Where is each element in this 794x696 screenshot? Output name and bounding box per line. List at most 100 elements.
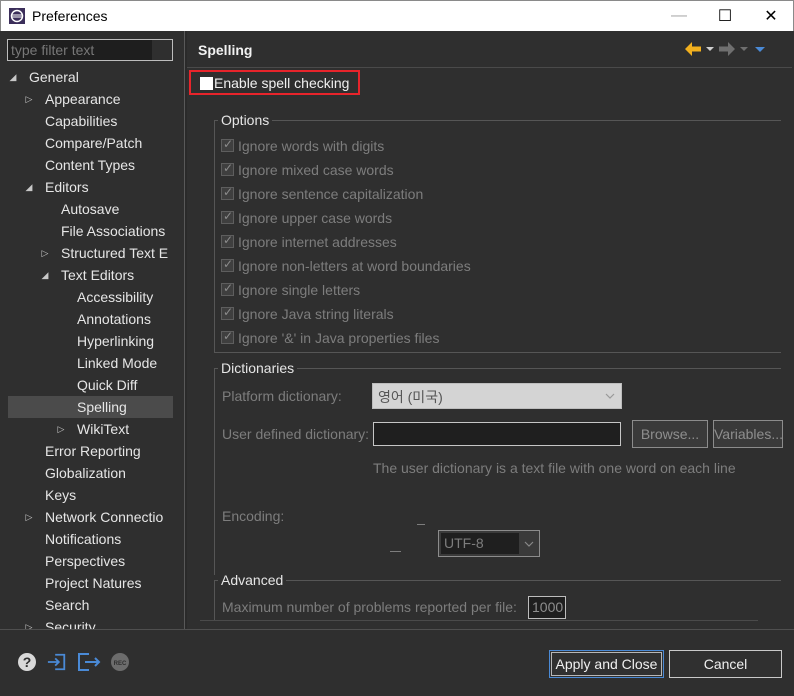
enable-spell-label[interactable]: Enable spell checking (214, 75, 349, 91)
encoding-radio-other[interactable] (390, 551, 401, 552)
tree-item-label: General (29, 69, 79, 85)
user-dictionary-input[interactable] (373, 422, 621, 446)
encoding-combo[interactable]: UTF-8 (438, 530, 540, 557)
enable-spell-checkbox[interactable] (200, 77, 213, 90)
option-checkbox[interactable] (221, 257, 234, 272)
tree-item[interactable]: ◢ Text Editors (0, 264, 184, 286)
tree-item-label: Text Editors (61, 267, 135, 283)
tree-item-label: Perspectives (45, 553, 126, 569)
tree-item[interactable]: Error Reporting (0, 440, 184, 462)
tree-item-label: Quick Diff (77, 377, 138, 393)
option-checkbox[interactable] (221, 185, 234, 200)
option-label: Ignore mixed case words (238, 162, 394, 178)
platform-dictionary-combo[interactable]: 영어 (미국) (372, 383, 622, 409)
help-icon[interactable]: ? (17, 652, 37, 672)
tree-item[interactable]: Linked Mode (0, 352, 184, 374)
tree-item[interactable]: Spelling (8, 396, 184, 418)
view-menu-icon[interactable] (752, 41, 768, 57)
dialog-button-bar: ? REC Apply and Close Cancel (0, 629, 794, 696)
tree-item[interactable]: ▷ WikiText (0, 418, 184, 440)
horizontal-scrollbar[interactable] (200, 620, 758, 629)
variables-label: Variables... (714, 426, 783, 442)
option-checkbox[interactable] (221, 329, 234, 344)
option-checkbox[interactable] (221, 161, 234, 176)
collapsed-twistie-icon[interactable]: ▷ (24, 88, 34, 110)
tree-item-label: Project Natures (45, 575, 142, 591)
platform-dictionary-value: 영어 (미국) (378, 389, 443, 405)
tree-item[interactable]: ▷ Security (0, 616, 184, 629)
tree-item[interactable]: Hyperlinking (0, 330, 184, 352)
tree-item-label: Editors (45, 179, 89, 195)
cancel-button[interactable]: Cancel (669, 650, 782, 678)
tree-item-label: Linked Mode (77, 355, 158, 371)
tree-item[interactable]: ▷ Network Connectio (0, 506, 184, 528)
tree-item[interactable]: ▷ Appearance (0, 88, 184, 110)
export-icon[interactable] (77, 652, 101, 672)
tree-item-label: Appearance (45, 91, 121, 107)
variables-button[interactable]: Variables... (713, 420, 783, 448)
option-checkbox[interactable] (221, 233, 234, 248)
advanced-group-title: Advanced (218, 572, 287, 588)
expanded-twistie-icon[interactable]: ◢ (40, 264, 50, 286)
expanded-twistie-icon[interactable]: ◢ (24, 176, 34, 198)
browse-button[interactable]: Browse... (632, 420, 708, 448)
forward-dropdown-icon[interactable] (738, 41, 750, 57)
tree-scrollbar[interactable] (173, 31, 184, 629)
collapsed-twistie-icon[interactable]: ▷ (24, 506, 34, 528)
filter-placeholder: type filter text (11, 42, 95, 58)
page-title: Spelling (198, 42, 253, 58)
max-problems-value: 1000 (532, 599, 564, 615)
tree-item[interactable]: Keys (0, 484, 184, 506)
title-bar: Preferences — ☐ ✕ (0, 0, 794, 31)
apply-and-close-button[interactable]: Apply and Close (549, 650, 664, 678)
option-label: Ignore Java string literals (238, 306, 394, 322)
tree-item[interactable]: Globalization (0, 462, 184, 484)
tree-item[interactable]: Compare/Patch (0, 132, 184, 154)
maximize-button[interactable]: ☐ (702, 1, 748, 31)
tree-item[interactable]: Project Natures (0, 572, 184, 594)
tree-item[interactable]: File Associations (0, 220, 184, 242)
history-nav (684, 39, 768, 59)
encoding-radio-default[interactable] (417, 524, 425, 525)
tree-item[interactable]: Search (0, 594, 184, 616)
svg-text:?: ? (23, 654, 32, 670)
apply-and-close-label: Apply and Close (555, 656, 658, 672)
tree-item[interactable]: ▷ Structured Text E (0, 242, 184, 264)
close-button[interactable]: ✕ (748, 1, 794, 31)
svg-text:REC: REC (114, 661, 127, 667)
back-arrow-icon[interactable] (684, 41, 702, 57)
back-dropdown-icon[interactable] (704, 41, 716, 57)
forward-arrow-icon[interactable] (718, 41, 736, 57)
tree-item[interactable]: Annotations (0, 308, 184, 330)
tree-item-label: Network Connectio (45, 509, 164, 525)
tree-item[interactable]: Accessibility (0, 286, 184, 308)
tree-item[interactable]: Autosave (0, 198, 184, 220)
tree-item[interactable]: Capabilities (0, 110, 184, 132)
tree-item[interactable]: Content Types (0, 154, 184, 176)
collapsed-twistie-icon[interactable]: ▷ (24, 616, 34, 629)
tree-item[interactable]: Quick Diff (0, 374, 184, 396)
option-checkbox[interactable] (221, 305, 234, 320)
minimize-button[interactable]: — (656, 1, 702, 31)
collapsed-twistie-icon[interactable]: ▷ (56, 418, 66, 440)
platform-dictionary-label: Platform dictionary: (222, 388, 342, 404)
expanded-twistie-icon[interactable]: ◢ (8, 66, 18, 88)
option-checkbox[interactable] (221, 137, 234, 152)
tree-item[interactable]: ◢ Editors (0, 176, 184, 198)
tree-item[interactable]: ◢ General (0, 66, 184, 88)
tree-item-label: Accessibility (77, 289, 154, 305)
user-dictionary-hint: The user dictionary is a text file with … (373, 460, 736, 476)
import-icon[interactable] (47, 652, 67, 672)
max-problems-input[interactable]: 1000 (528, 596, 566, 619)
filter-input[interactable]: type filter text (7, 39, 173, 61)
tree-item-label: Globalization (45, 465, 126, 481)
collapsed-twistie-icon[interactable]: ▷ (40, 242, 50, 264)
record-icon[interactable]: REC (110, 652, 130, 672)
tree-item[interactable]: Perspectives (0, 550, 184, 572)
option-checkbox[interactable] (221, 209, 234, 224)
tree-item-label: Content Types (45, 157, 136, 173)
preferences-sidebar: type filter text ◢ General ▷ Appearance Capa… (0, 31, 184, 629)
tree-item[interactable]: Notifications (0, 528, 184, 550)
option-checkbox[interactable] (221, 281, 234, 296)
preference-page: Spelling Enable spell checking Options I… (187, 31, 792, 629)
